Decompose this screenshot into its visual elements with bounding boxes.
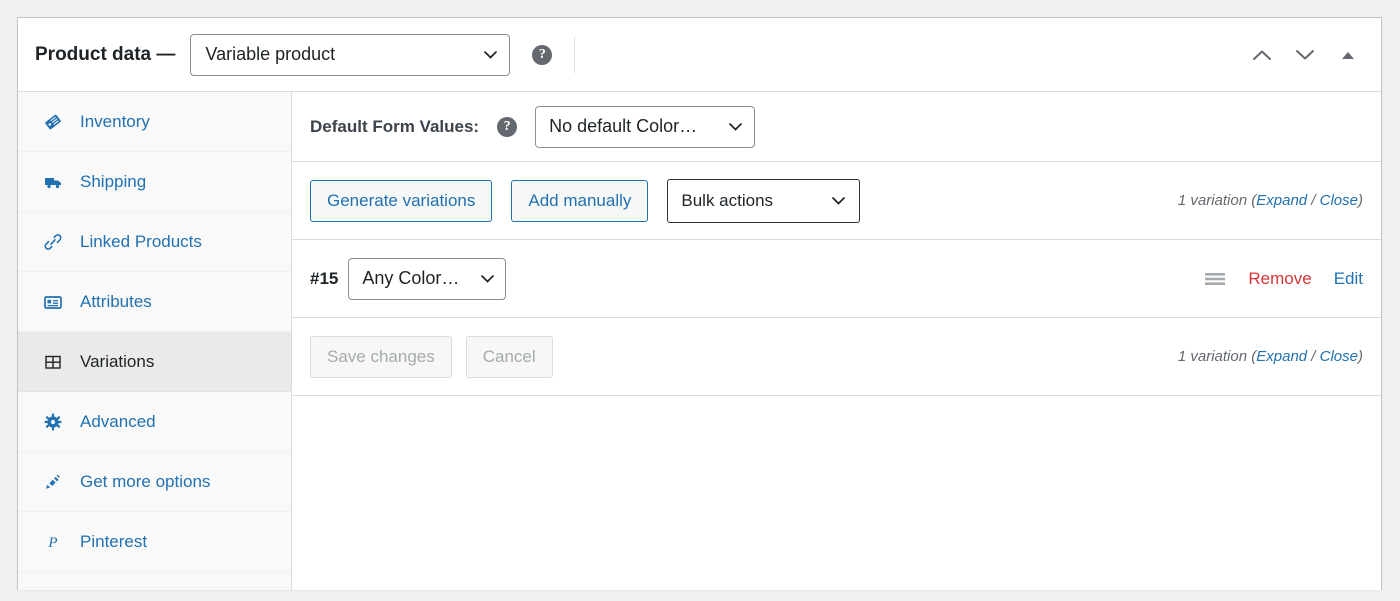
- sidebar-item-label: Inventory: [80, 112, 150, 132]
- panel-header: Product data — Variable product ?: [18, 18, 1381, 92]
- default-color-value: No default Color…: [549, 116, 697, 137]
- sidebar-item-get-more-options[interactable]: Get more options: [18, 452, 291, 512]
- variation-id: #15: [310, 269, 338, 289]
- variation-count-text: 1 variation: [1178, 348, 1247, 365]
- generate-variations-button[interactable]: Generate variations: [310, 180, 492, 222]
- sidebar-item-pinterest[interactable]: P Pinterest: [18, 512, 291, 572]
- product-type-help-icon[interactable]: ?: [532, 45, 552, 65]
- default-color-select[interactable]: No default Color…: [535, 106, 755, 148]
- product-data-panel: Product data — Variable product ?: [17, 17, 1382, 590]
- grid-icon: [42, 351, 64, 373]
- variations-panel: Default Form Values: ? No default Color……: [292, 92, 1381, 590]
- pinterest-icon: P: [42, 531, 64, 553]
- header-divider: [574, 37, 575, 73]
- sidebar-item-label: Attributes: [80, 292, 152, 312]
- list-box-icon: [42, 291, 64, 313]
- default-form-values-label: Default Form Values:: [310, 117, 479, 137]
- default-form-values-help-icon[interactable]: ?: [497, 117, 517, 137]
- chevron-down-icon: [729, 123, 742, 131]
- variation-attribute-value: Any Color…: [362, 268, 459, 289]
- sidebar-item-shipping[interactable]: Shipping: [18, 152, 291, 212]
- paren-close: ): [1358, 348, 1363, 365]
- add-manually-button[interactable]: Add manually: [511, 180, 648, 222]
- truck-icon: [42, 171, 64, 193]
- chevron-down-icon: [484, 51, 497, 59]
- variation-row: #15 Any Color… Remove Edit: [292, 240, 1381, 318]
- sidebar-item-linked-products[interactable]: Linked Products: [18, 212, 291, 272]
- sidebar-item-inventory[interactable]: Inventory: [18, 92, 291, 152]
- variation-count-top: 1 variation (Expand / Close): [1178, 192, 1363, 209]
- chevron-down-icon: [481, 275, 494, 283]
- sidebar-item-label: Shipping: [80, 172, 146, 192]
- sidebar-item-advanced[interactable]: Advanced: [18, 392, 291, 452]
- gear-icon: [42, 411, 64, 433]
- variation-count-text: 1 variation: [1178, 192, 1247, 209]
- sidebar-item-attributes[interactable]: Attributes: [18, 272, 291, 332]
- svg-text:P: P: [47, 535, 57, 551]
- sidebar-item-label: Pinterest: [80, 532, 147, 552]
- close-link-top[interactable]: Close: [1320, 192, 1358, 209]
- panel-header-actions: [1251, 18, 1359, 92]
- product-type-value: Variable product: [205, 44, 335, 65]
- link-icon: [42, 231, 64, 253]
- sidebar-tail: [18, 572, 291, 600]
- plugin-icon: [42, 471, 64, 493]
- save-changes-button[interactable]: Save changes: [310, 336, 452, 378]
- sidebar-item-label: Get more options: [80, 472, 210, 492]
- tag-icon: [42, 111, 64, 133]
- move-down-button[interactable]: [1294, 44, 1316, 66]
- variation-attribute-select[interactable]: Any Color…: [348, 258, 506, 300]
- chevron-down-icon: [832, 197, 845, 205]
- remove-variation-link[interactable]: Remove: [1248, 269, 1311, 289]
- count-separator: /: [1307, 192, 1320, 209]
- sidebar-item-label: Linked Products: [80, 232, 202, 252]
- bulk-actions-select[interactable]: Bulk actions: [667, 179, 860, 223]
- expand-link-top[interactable]: Expand: [1256, 192, 1307, 209]
- sidebar-item-label: Advanced: [80, 412, 156, 432]
- toggle-panel-button[interactable]: [1337, 44, 1359, 66]
- default-form-values-row: Default Form Values: ? No default Color…: [292, 92, 1381, 162]
- cancel-button[interactable]: Cancel: [466, 336, 553, 378]
- count-separator: /: [1307, 348, 1320, 365]
- variation-actions: Remove Edit: [1204, 269, 1363, 289]
- bulk-actions-value: Bulk actions: [681, 191, 773, 211]
- move-up-button[interactable]: [1251, 44, 1273, 66]
- page-title: Product data —: [35, 44, 175, 66]
- panel-body: Inventory Shipping Linked Products Attri…: [18, 92, 1381, 590]
- variations-footer: Save changes Cancel 1 variation (Expand …: [292, 318, 1381, 396]
- product-data-tabs: Inventory Shipping Linked Products Attri…: [18, 92, 292, 590]
- drag-handle-icon[interactable]: [1204, 271, 1226, 287]
- expand-link-bottom[interactable]: Expand: [1256, 348, 1307, 365]
- paren-close: ): [1358, 192, 1363, 209]
- product-type-select[interactable]: Variable product: [190, 34, 510, 76]
- variation-count-bottom: 1 variation (Expand / Close): [1178, 348, 1363, 365]
- close-link-bottom[interactable]: Close: [1320, 348, 1358, 365]
- edit-variation-link[interactable]: Edit: [1334, 269, 1363, 289]
- variations-toolbar: Generate variations Add manually Bulk ac…: [292, 162, 1381, 240]
- sidebar-item-label: Variations: [80, 352, 154, 372]
- sidebar-item-variations[interactable]: Variations: [18, 332, 291, 392]
